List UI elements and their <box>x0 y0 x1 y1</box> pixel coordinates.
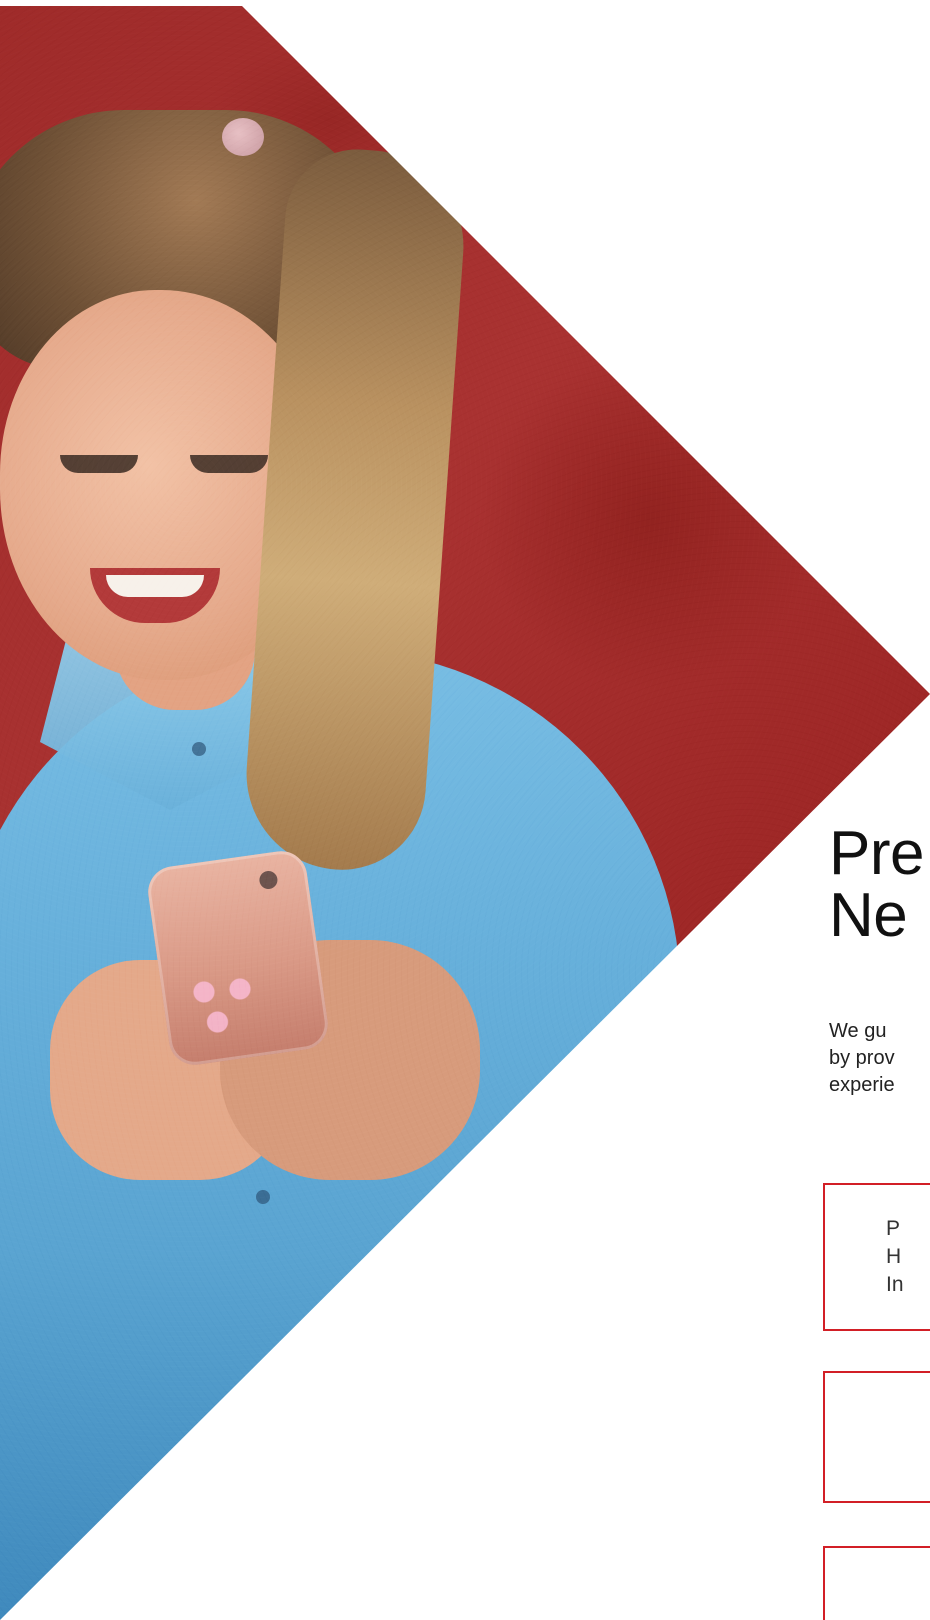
page-title: Pre Ne <box>829 823 930 947</box>
phone-camera-icon <box>258 869 279 891</box>
title-line-2: Ne <box>829 881 908 947</box>
nails <box>186 974 276 1034</box>
scrunchie <box>222 118 264 156</box>
card-1-line-2: H <box>886 1245 902 1268</box>
shirt-button <box>256 1190 270 1204</box>
page: Pre Ne We gu by prov experie P H In <box>0 0 930 1620</box>
right-eye <box>190 455 268 473</box>
feature-card-1-text: P H In <box>886 1215 904 1299</box>
intro-line-2: by prov <box>829 1047 895 1069</box>
teeth <box>106 575 204 597</box>
intro-line-1: We gu <box>829 1020 887 1042</box>
shirt-button <box>192 742 206 756</box>
card-1-line-1: P <box>886 1217 901 1240</box>
feature-card-1[interactable]: P H In <box>823 1183 930 1331</box>
feature-card-2[interactable] <box>823 1371 930 1503</box>
intro-line-3: experie <box>829 1074 895 1096</box>
feature-card-3[interactable] <box>823 1546 930 1620</box>
intro-text: We gu by prov experie <box>829 1018 930 1099</box>
card-1-line-3: In <box>886 1273 904 1296</box>
hero-image <box>0 6 930 1620</box>
left-eye <box>60 455 138 473</box>
phone <box>144 847 332 1069</box>
title-line-1: Pre <box>829 823 924 888</box>
